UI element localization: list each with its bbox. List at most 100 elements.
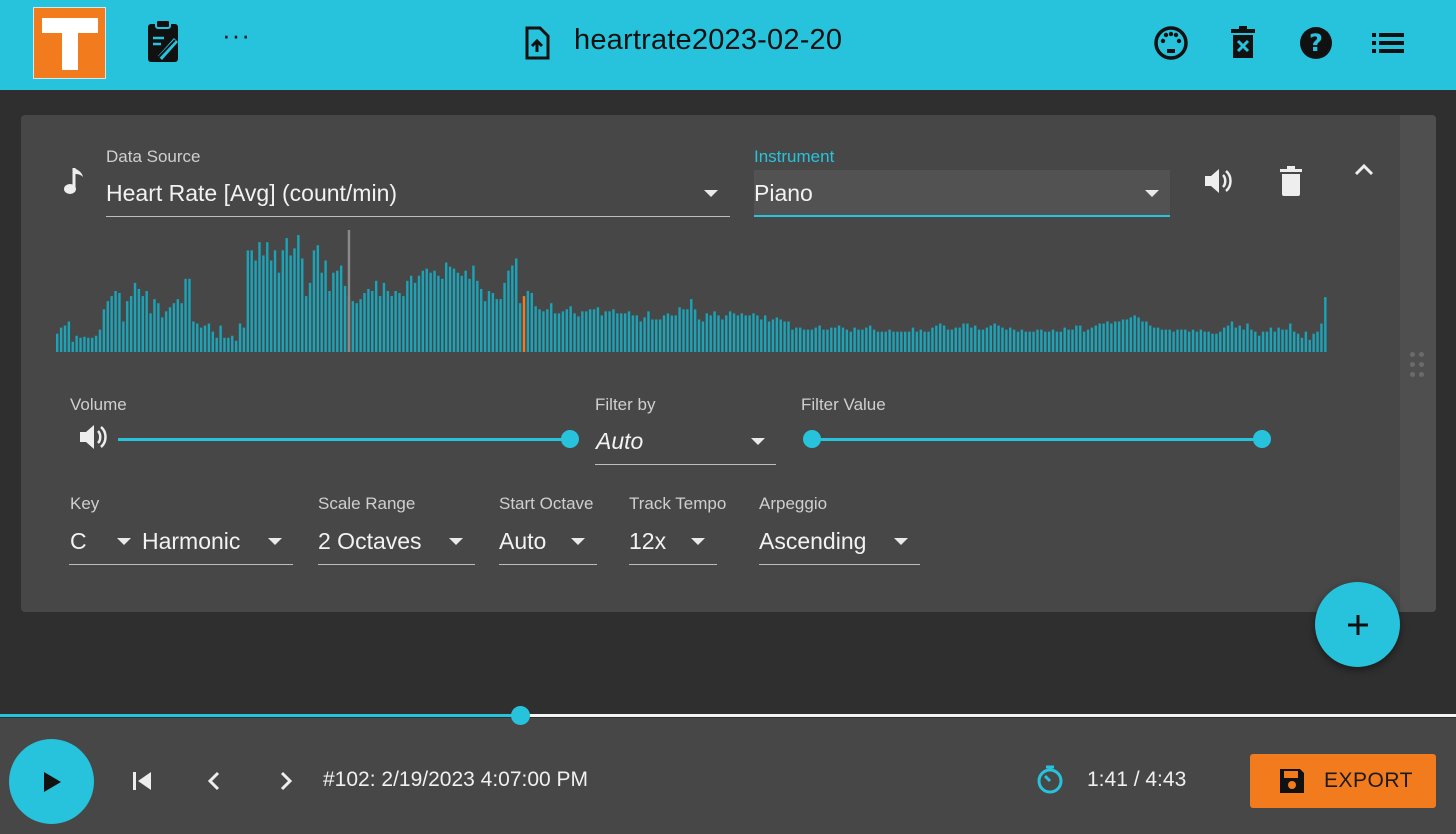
data-bar[interactable]	[308, 282, 312, 352]
data-bar[interactable]	[682, 309, 685, 352]
data-bar[interactable]	[620, 313, 623, 352]
data-bar[interactable]	[588, 309, 592, 352]
data-bar[interactable]	[1094, 325, 1098, 352]
data-bar[interactable]	[931, 327, 934, 352]
data-bar[interactable]	[966, 323, 969, 352]
instrument-dropdown-icon[interactable]	[1145, 190, 1159, 197]
data-bar[interactable]	[67, 321, 71, 353]
data-bar[interactable]	[227, 337, 230, 352]
data-bar[interactable]	[172, 303, 176, 352]
data-bar[interactable]	[690, 299, 693, 352]
data-bar[interactable]	[553, 313, 557, 352]
data-bar[interactable]	[1250, 329, 1253, 352]
data-bar[interactable]	[480, 288, 483, 352]
data-bar[interactable]	[604, 311, 607, 352]
data-bar[interactable]	[106, 301, 109, 352]
data-bar[interactable]	[1242, 329, 1245, 352]
data-bar[interactable]	[911, 327, 915, 352]
data-bar[interactable]	[534, 306, 537, 352]
data-bar[interactable]	[122, 321, 125, 353]
data-bar[interactable]	[577, 316, 580, 352]
data-bar[interactable]	[1265, 331, 1269, 352]
speaker-icon[interactable]	[1203, 166, 1235, 196]
data-bar[interactable]	[1261, 331, 1265, 352]
data-bar[interactable]	[670, 315, 674, 352]
data-bar[interactable]	[752, 313, 755, 352]
data-bar[interactable]	[655, 319, 658, 352]
data-bar[interactable]	[98, 329, 102, 352]
data-bar[interactable]	[1024, 331, 1027, 352]
data-bar[interactable]	[110, 296, 113, 352]
data-bar[interactable]	[1238, 325, 1241, 352]
data-bar[interactable]	[763, 315, 767, 352]
data-bar[interactable]	[569, 306, 572, 352]
data-bar[interactable]	[1044, 331, 1047, 352]
data-bar[interactable]	[767, 321, 771, 353]
data-bar[interactable]	[476, 280, 479, 352]
data-bar[interactable]	[1191, 329, 1195, 352]
key-dropdown-icon[interactable]	[117, 538, 131, 545]
data-bar[interactable]	[600, 315, 603, 352]
data-bar[interactable]	[102, 309, 106, 352]
data-bar[interactable]	[499, 299, 502, 352]
data-bar[interactable]	[779, 319, 782, 352]
file-upload-icon[interactable]	[524, 26, 550, 60]
instrument-field[interactable]	[754, 170, 1170, 216]
data-bar[interactable]	[398, 293, 401, 352]
data-bar[interactable]	[250, 250, 253, 352]
data-bar[interactable]	[872, 329, 876, 352]
data-bar[interactable]	[740, 313, 744, 352]
scale-range-dropdown-icon[interactable]	[449, 538, 463, 545]
data-bar[interactable]	[795, 327, 798, 352]
data-bar[interactable]	[367, 288, 370, 352]
data-bar[interactable]	[1117, 321, 1121, 353]
filter-value-max-thumb[interactable]	[1253, 430, 1271, 448]
skip-to-start-icon[interactable]	[131, 770, 153, 792]
data-bar[interactable]	[884, 331, 887, 352]
data-bar[interactable]	[546, 309, 549, 352]
data-bar[interactable]	[612, 309, 615, 352]
data-bar[interactable]	[907, 331, 911, 352]
data-bar[interactable]	[394, 291, 397, 352]
data-bar[interactable]	[168, 307, 172, 352]
data-bar[interactable]	[888, 329, 891, 352]
data-bar[interactable]	[565, 309, 568, 352]
data-bar[interactable]	[557, 313, 561, 352]
data-bar[interactable]	[161, 317, 164, 352]
data-bar[interactable]	[837, 325, 841, 352]
data-bar[interactable]	[409, 275, 413, 352]
data-bar[interactable]	[91, 337, 94, 352]
data-bar[interactable]	[581, 311, 584, 352]
data-bar[interactable]	[775, 317, 779, 352]
data-bar[interactable]	[736, 315, 740, 352]
data-bar[interactable]	[635, 315, 639, 352]
data-bar[interactable]	[892, 331, 895, 352]
data-bar[interactable]	[596, 307, 600, 352]
data-bar[interactable]	[153, 299, 156, 352]
data-bar[interactable]	[363, 293, 366, 352]
data-bar[interactable]	[1137, 317, 1140, 352]
data-bar[interactable]	[464, 270, 467, 352]
track-tempo-select[interactable]: 12x	[629, 528, 666, 555]
data-bar[interactable]	[1207, 331, 1210, 352]
data-bar[interactable]	[1219, 331, 1222, 352]
current-datapoint-bar[interactable]	[522, 296, 526, 352]
data-bar[interactable]	[1277, 327, 1280, 352]
more-icon[interactable]: ···	[222, 20, 251, 51]
data-bar[interactable]	[616, 313, 619, 352]
data-bar[interactable]	[242, 327, 246, 352]
data-bar[interactable]	[184, 278, 187, 352]
data-bar[interactable]	[830, 327, 833, 352]
data-bar[interactable]	[1012, 329, 1016, 352]
data-bar[interactable]	[515, 258, 518, 352]
data-bar[interactable]	[1051, 329, 1055, 352]
data-bar[interactable]	[83, 336, 86, 352]
next-icon[interactable]	[276, 770, 296, 792]
data-bar[interactable]	[266, 242, 269, 352]
data-bar[interactable]	[643, 317, 646, 352]
data-bar[interactable]	[429, 272, 432, 352]
data-bar[interactable]	[421, 270, 425, 352]
data-bar[interactable]	[343, 285, 347, 352]
data-bar[interactable]	[157, 303, 160, 352]
data-bar[interactable]	[1199, 329, 1203, 352]
